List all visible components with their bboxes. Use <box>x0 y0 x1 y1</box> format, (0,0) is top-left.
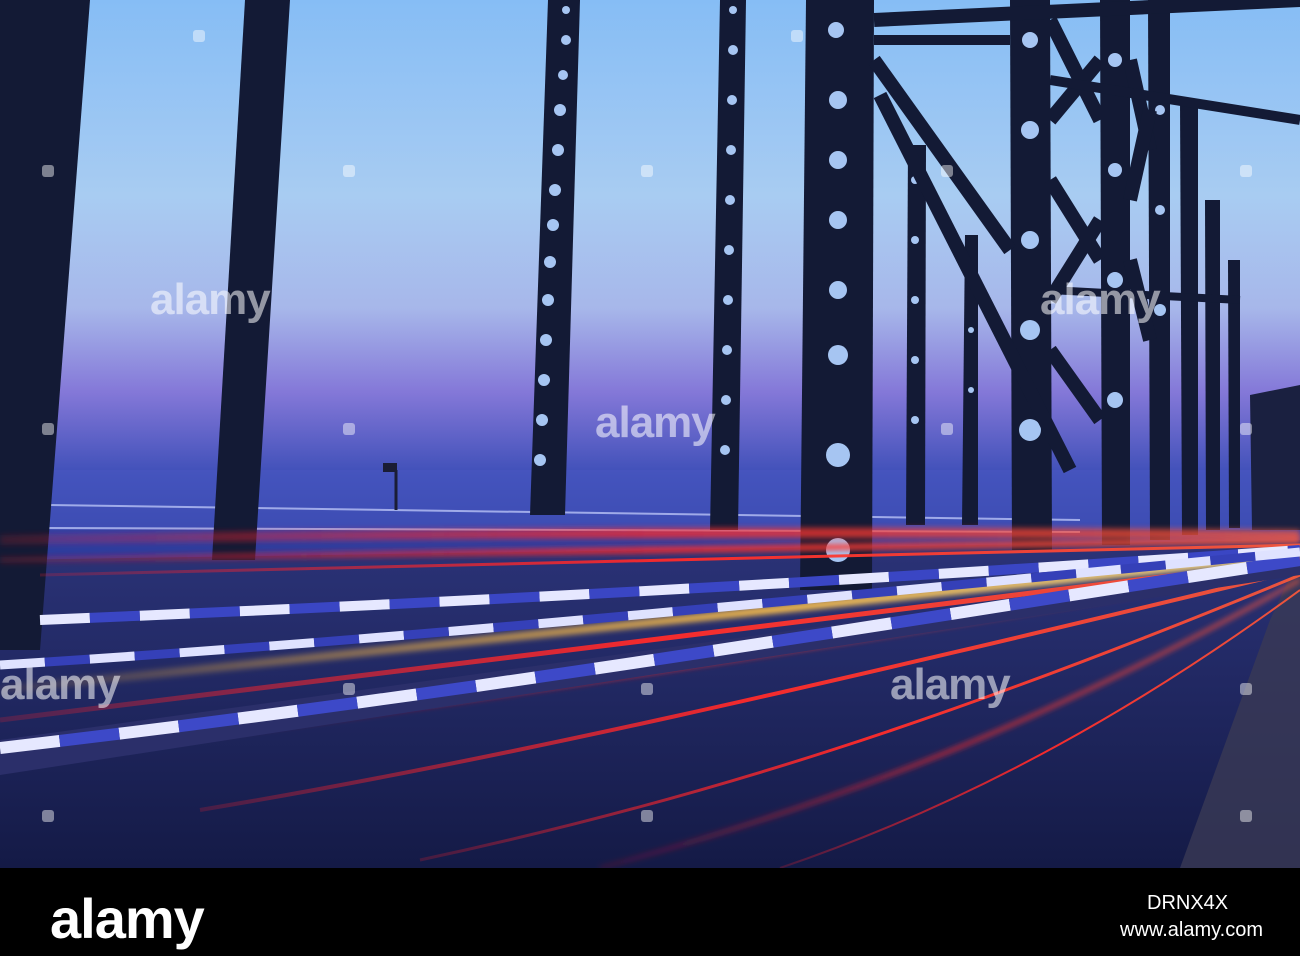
watermark-mark <box>343 165 355 177</box>
watermark-text: alamy <box>595 398 716 447</box>
far-bridge-section <box>1250 385 1300 530</box>
watermark-mark <box>42 423 54 435</box>
watermark-text: alamy <box>890 660 1011 709</box>
watermark-mark <box>1240 165 1252 177</box>
watermark-mark <box>941 165 953 177</box>
watermark-mark <box>791 30 803 42</box>
watermark-mark <box>641 683 653 695</box>
watermark-mark <box>343 423 355 435</box>
watermark-mark <box>1240 423 1252 435</box>
watermark-mark <box>641 810 653 822</box>
image-id: DRNX4X <box>1147 892 1229 914</box>
watermark-mark <box>641 165 653 177</box>
footer-url: www.alamy.com <box>1120 919 1263 941</box>
watermark-mark <box>1240 810 1252 822</box>
footer-logo: alamy <box>50 887 205 950</box>
watermark-text: alamy <box>150 275 271 324</box>
stock-photo-frame: alamy alamy alamy alamy alamy alamy DRNX… <box>0 0 1300 956</box>
watermark-mark <box>343 683 355 695</box>
watermark-mark <box>42 810 54 822</box>
watermark-text: alamy <box>1040 275 1161 324</box>
watermark-mark <box>42 165 54 177</box>
watermark-text: alamy <box>0 660 121 709</box>
watermark-mark <box>1240 683 1252 695</box>
footer-strip: alamy DRNX4X www.alamy.com <box>0 868 1300 956</box>
watermark-mark <box>193 30 205 42</box>
watermark-mark <box>941 423 953 435</box>
